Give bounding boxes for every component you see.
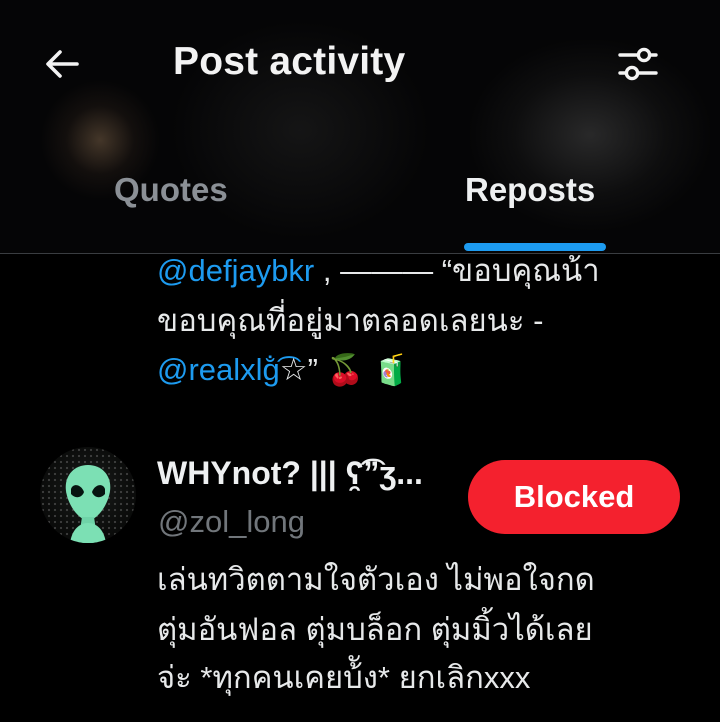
post-text-line: @realxlg̐͡☆” 🍒 🧃 xyxy=(157,348,410,393)
tab-reposts[interactable]: Reposts xyxy=(465,166,595,216)
tab-quotes[interactable]: Quotes xyxy=(114,166,228,216)
header: Post activity Quotes Reposts xyxy=(0,0,720,254)
post-text: ̐͡☆” xyxy=(279,352,318,387)
mention-link[interactable]: @realxlg xyxy=(157,352,280,387)
arrow-left-icon xyxy=(46,50,79,78)
avatar[interactable] xyxy=(40,447,136,543)
blocked-button[interactable]: Blocked xyxy=(468,460,680,534)
filter-button[interactable] xyxy=(612,40,664,88)
back-button[interactable] xyxy=(38,40,86,88)
mention-link[interactable]: @defjaybkr xyxy=(157,253,314,288)
sliders-icon xyxy=(618,47,658,81)
alien-icon xyxy=(65,465,111,543)
page-title: Post activity xyxy=(173,40,406,83)
post-text-line: @defjaybkr , ——— “ขอบคุณน้า xyxy=(157,249,600,293)
juice-box-emoji: 🧃 xyxy=(372,353,410,388)
bio-line: จ่ะ *ทุกคนเคยบ้ัง* ยกเลิกxxx xyxy=(157,660,531,695)
post-text-line: ขอบคุณที่อยู่มาตลอดเลยนะ - xyxy=(157,303,544,338)
post-text: , ——— “ขอบคุณน้า xyxy=(314,253,600,288)
cherry-emoji: 🍒 xyxy=(326,353,364,388)
bio-line: ตุ่มอันฟอล ตุ่มบล็อก ตุ่มมิ้วได้เลย xyxy=(157,612,593,647)
user-handle[interactable]: @zol_long xyxy=(158,500,305,544)
bio-line: เล่นทวิตตามใจตัวเอง ไม่พอใจกด xyxy=(157,562,595,597)
user-display-name[interactable]: WHYnot? ||| ʕ̯͡”ʒ... xyxy=(157,451,423,495)
